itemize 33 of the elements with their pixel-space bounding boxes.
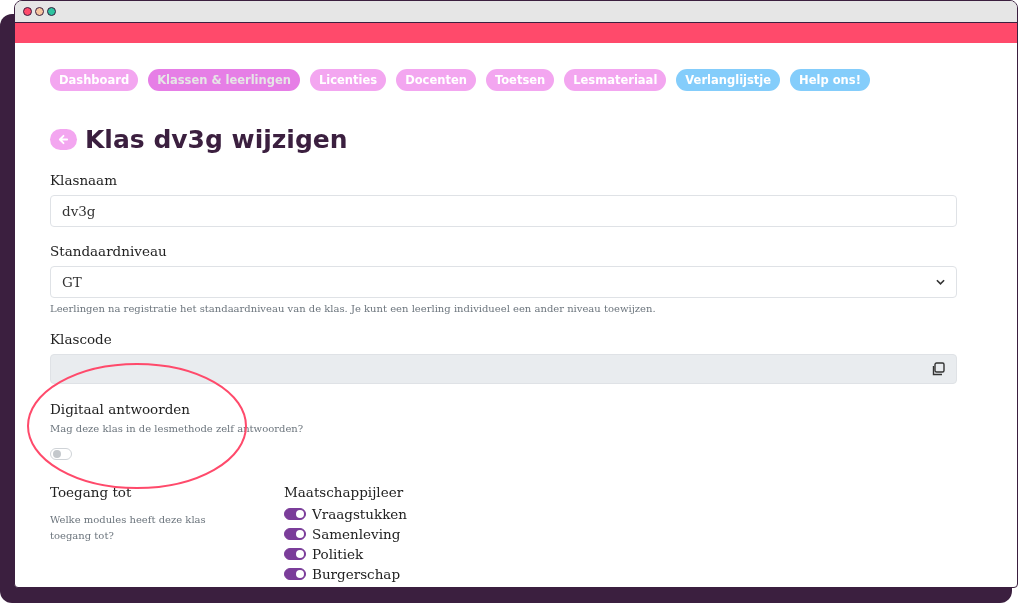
maximize-dot-icon[interactable]	[47, 7, 56, 16]
module-label: Politiek	[312, 546, 364, 562]
section-label: Maatschappijleer	[284, 484, 405, 500]
field-label: Standaardniveau	[50, 243, 168, 259]
toggle-switch[interactable]	[284, 548, 306, 560]
field-label: Klasnaam	[50, 172, 118, 188]
field-label: Digitaal antwoorden	[50, 401, 191, 417]
close-dot-icon[interactable]	[23, 7, 32, 16]
page-title: Klas dv3g wijzigen	[85, 125, 348, 154]
select-field[interactable]: GT	[50, 266, 957, 298]
nav-pill[interactable]: Dashboard	[50, 69, 139, 91]
nav-pill[interactable]: Licenties	[309, 69, 387, 91]
nav-pill[interactable]: Lesmateriaal	[564, 69, 667, 91]
section-label: Toegang tot	[50, 484, 133, 500]
chevron-down-icon	[936, 279, 945, 285]
copy-icon[interactable]	[931, 362, 945, 376]
nav-pill[interactable]: Docenten	[396, 69, 476, 91]
module-label: Samenleving	[312, 526, 401, 542]
module-label: Vraagstukken	[312, 506, 408, 522]
module-label: Burgerschap	[312, 566, 401, 582]
nav-pill[interactable]: Toetsen	[485, 69, 555, 91]
help-text: Leerlingen na registratie het standaardniveau van de klas. Je kunt een leerling individueel een ander niveau toewijzen.	[50, 303, 657, 314]
toggle-switch[interactable]	[284, 528, 306, 540]
help-text: Welke modules heeft deze klas toegang tot?	[50, 513, 207, 543]
nav-pill[interactable]: Verlanglijstje	[676, 69, 781, 91]
toggle-switch[interactable]	[284, 508, 306, 520]
input-field[interactable]: dv3g	[50, 195, 957, 227]
field-label: Klascode	[50, 331, 113, 347]
nav-pill[interactable]: Help ons!	[790, 69, 870, 91]
minimize-dot-icon[interactable]	[35, 7, 44, 16]
arrow-left-icon	[58, 134, 69, 145]
nav-pill[interactable]: Klassen & leerlingen	[148, 69, 300, 91]
toggle-switch[interactable]	[284, 568, 306, 580]
